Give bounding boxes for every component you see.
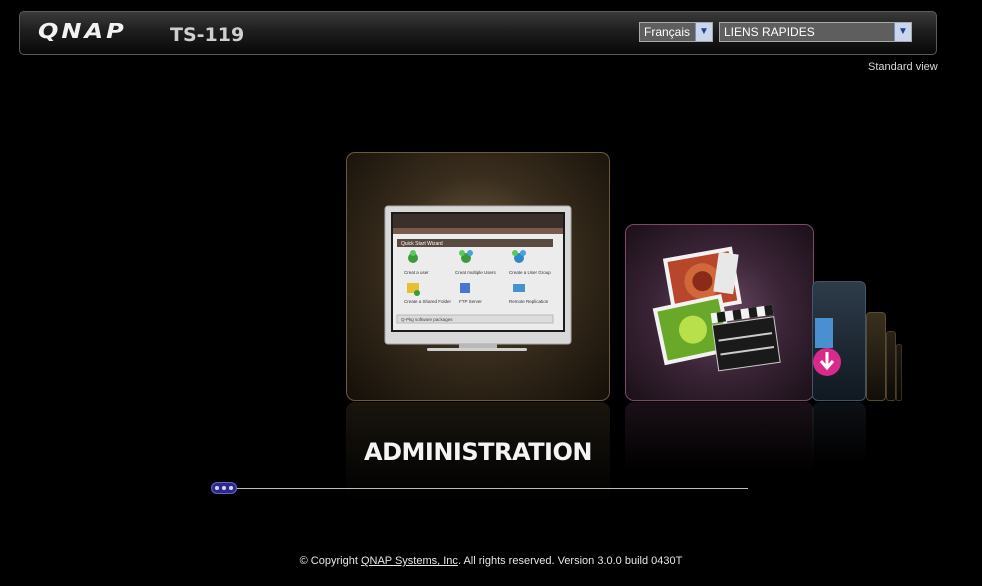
carousel-scroll-track[interactable] — [236, 488, 748, 489]
administration-card[interactable]: Quick Start Wizard Creat a user Creat mu… — [346, 152, 610, 401]
svg-text:Creat multiple Users: Creat multiple Users — [455, 270, 497, 275]
model-name: TS-119 — [170, 24, 245, 46]
svg-text:Q-Pkg software packages: Q-Pkg software packages — [401, 317, 453, 322]
dot-icon — [215, 486, 219, 490]
carousel-scroll-handle[interactable] — [211, 482, 237, 494]
card-reflection — [625, 402, 814, 472]
card-reflection — [812, 402, 866, 462]
quick-links-select[interactable]: LIENS RAPIDES ▼ — [719, 22, 912, 42]
download-station-card[interactable] — [812, 281, 866, 401]
copyright-footer: © Copyright QNAP Systems, Inc. All right… — [0, 555, 982, 567]
carousel-card-6[interactable] — [896, 344, 902, 401]
company-link[interactable]: QNAP Systems, Inc — [361, 555, 458, 567]
language-select[interactable]: Français ▼ — [639, 22, 713, 42]
chevron-down-icon[interactable]: ▼ — [894, 23, 911, 41]
carousel-card-4[interactable] — [866, 312, 886, 401]
svg-text:Create a Shared Folder: Create a Shared Folder — [404, 299, 452, 304]
chevron-down-icon[interactable]: ▼ — [695, 23, 712, 41]
dot-icon — [229, 486, 233, 490]
language-select-value: Français — [644, 25, 691, 39]
qnap-logo: QNAP — [38, 19, 127, 43]
carousel-title: ADMINISTRATION — [364, 438, 592, 466]
screen-window-title: Quick Start Wizard — [401, 241, 443, 247]
dot-icon — [222, 486, 226, 490]
download-icon — [813, 318, 841, 376]
copyright-suffix: . All rights reserved. Version 3.0.0 bui… — [457, 555, 683, 567]
copyright-prefix: © Copyright — [299, 555, 361, 567]
monitor-icon: Quick Start Wizard Creat a user Creat mu… — [384, 205, 572, 351]
top-bar: QNAP TS-119 Français ▼ LIENS RAPIDES ▼ — [19, 11, 937, 55]
carousel-card-5[interactable] — [886, 331, 896, 401]
photo-video-icon — [652, 246, 781, 372]
standard-view-link[interactable]: Standard view — [868, 61, 938, 73]
svg-text:Create a User Group: Create a User Group — [509, 270, 551, 275]
quick-links-select-value: LIENS RAPIDES — [724, 25, 815, 39]
multimedia-station-card[interactable] — [625, 224, 814, 401]
svg-text:FTP Server: FTP Server — [459, 299, 482, 304]
svg-text:Creat a user: Creat a user — [404, 270, 429, 275]
svg-text:Remote Replication: Remote Replication — [509, 299, 549, 304]
